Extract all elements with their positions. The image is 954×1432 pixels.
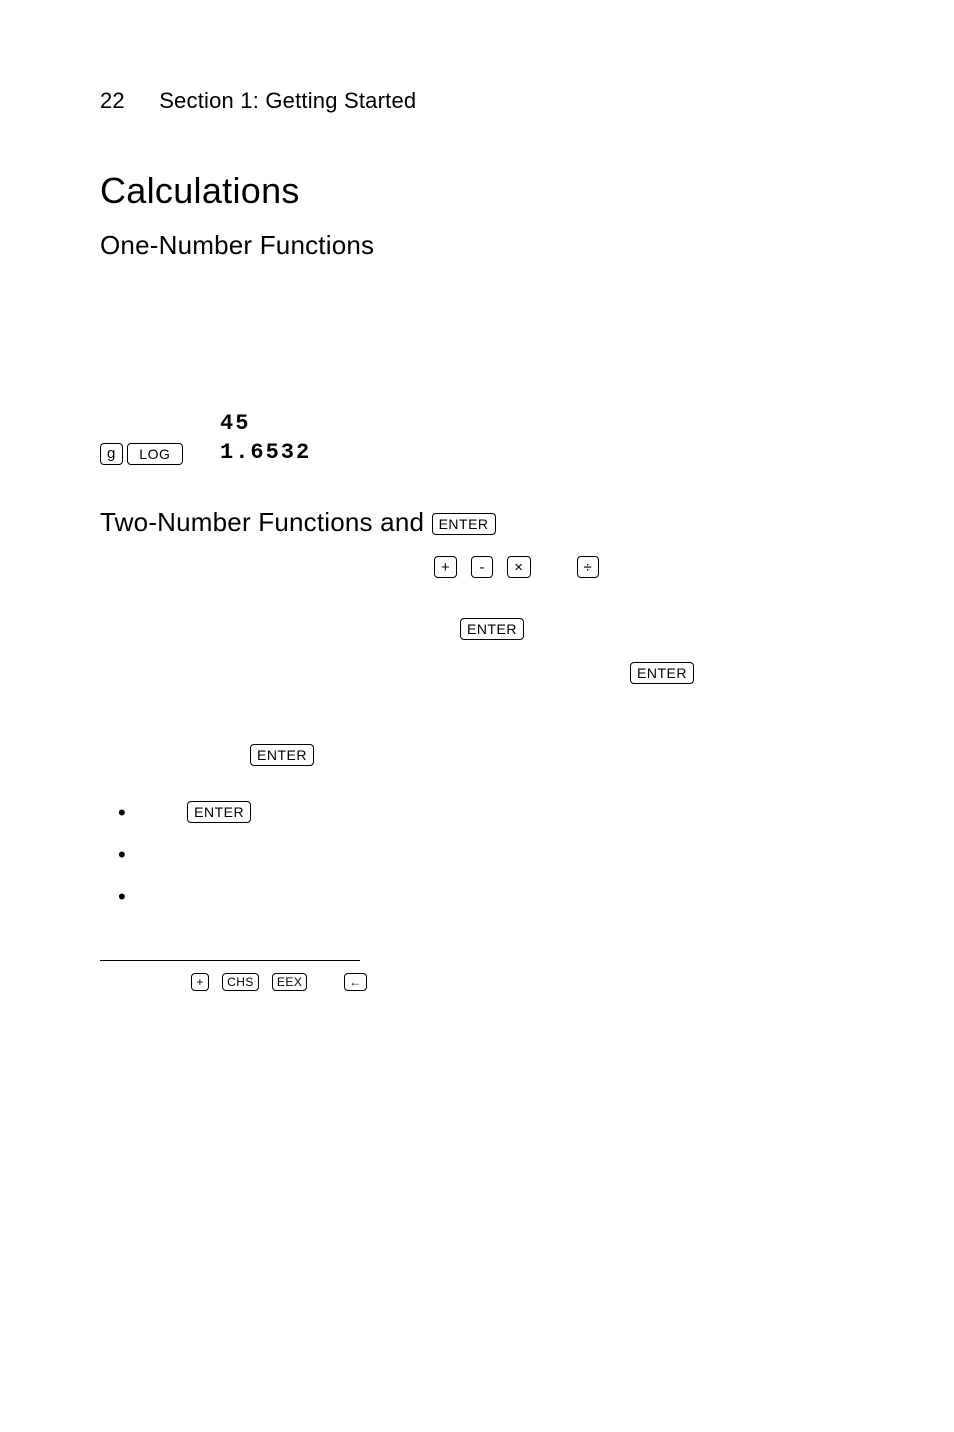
- list-item: Results appear immediately after the fun…: [146, 880, 854, 910]
- example-row: g LOG 1.6532 Result: log 45.: [100, 440, 854, 465]
- running-header: 22 Section 1: Getting Started: [100, 88, 854, 114]
- heading-calculations: Calculations: [100, 170, 854, 212]
- plus-key: +: [191, 973, 209, 991]
- enter-line-2: ENTER: [630, 662, 854, 684]
- footnote: * Except for + CHS EEX and ← , which are…: [100, 971, 854, 993]
- heading-one-number: One-Number Functions: [100, 230, 854, 261]
- minus-key: -: [471, 556, 493, 578]
- display-value: 1.6532: [220, 440, 380, 465]
- list-item: Use ENTER to separate successive number …: [146, 796, 854, 826]
- footnote-rule: [100, 960, 360, 961]
- backspace-key: ←: [344, 973, 367, 991]
- page-number: 22: [100, 88, 125, 113]
- enter-key: ENTER: [460, 618, 524, 640]
- manual-page: 22 Section 1: Getting Started Calculatio…: [0, 0, 954, 1432]
- divide-key: ÷: [577, 556, 600, 578]
- section-label: Section 1: Getting Started: [159, 88, 416, 113]
- multiply-key: ×: [507, 556, 530, 578]
- list-item: Key in both numbers before pressing the …: [146, 838, 854, 868]
- display-value: 45: [220, 411, 380, 436]
- enter-key: ENTER: [187, 801, 251, 823]
- bullet-list: Use ENTER to separate successive number …: [100, 796, 854, 910]
- chs-key: CHS: [222, 973, 259, 991]
- plus-key: +: [434, 556, 457, 578]
- enter-key: ENTER: [630, 662, 694, 684]
- eex-key: EEX: [272, 973, 308, 991]
- row-note: Key in the number.: [380, 412, 854, 435]
- log-key: LOG: [127, 443, 183, 465]
- enter-line-3: ENTER: [250, 744, 854, 766]
- enter-key: ENTER: [250, 744, 314, 766]
- operators-line: + - × ÷: [434, 556, 854, 578]
- heading-two-number: Two-Number Functions and ENTER: [100, 507, 854, 538]
- enter-key: ENTER: [432, 513, 496, 535]
- enter-line-1: ENTER: [460, 618, 854, 640]
- g-key: g: [100, 443, 123, 465]
- row-note: Result: log 45.: [380, 441, 854, 464]
- intro-paragraph: A one-number function performs an operat…: [100, 279, 854, 395]
- example-row: 45 Key in the number.: [100, 411, 854, 436]
- heading-two-number-text: Two-Number Functions and: [100, 507, 432, 537]
